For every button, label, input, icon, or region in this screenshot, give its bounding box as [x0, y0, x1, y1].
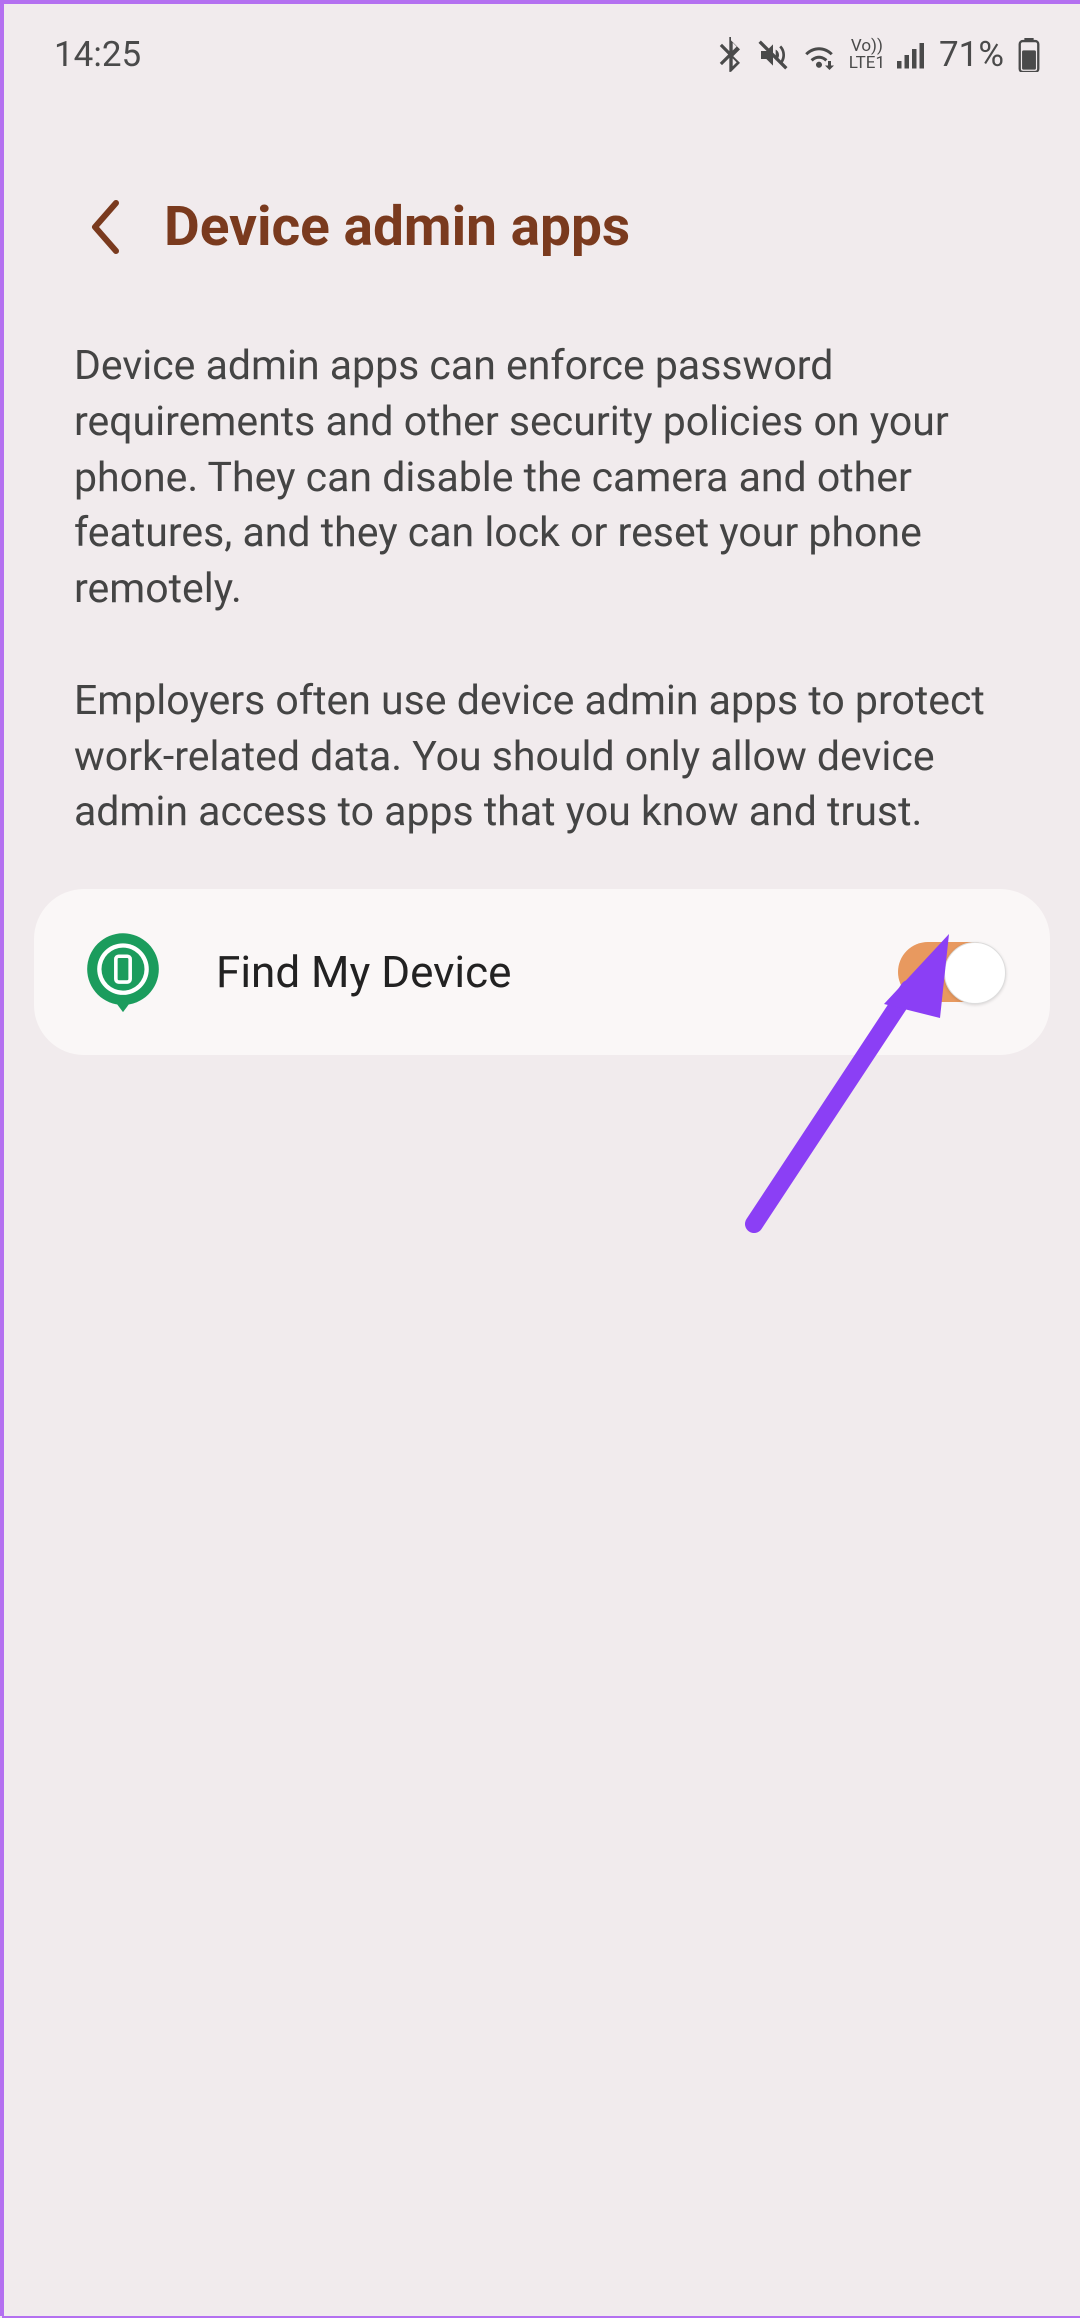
- wifi-icon: [801, 40, 837, 70]
- bluetooth-icon: [717, 37, 745, 73]
- description-section: Device admin apps can enforce password r…: [4, 309, 1080, 841]
- toggle-switch[interactable]: [898, 942, 1004, 1002]
- status-time: 14:25: [54, 34, 141, 75]
- description-para-1: Device admin apps can enforce password r…: [74, 339, 1010, 618]
- app-row-find-my-device[interactable]: Find My Device: [34, 889, 1050, 1055]
- signal-icon: [897, 41, 927, 69]
- page-header: Device admin apps: [4, 95, 1080, 309]
- status-bar: 14:25 Vo)) LTE1 71%: [4, 4, 1080, 95]
- status-icons: Vo)) LTE1 71%: [717, 34, 1040, 75]
- find-my-device-icon: [80, 929, 166, 1015]
- back-button[interactable]: [84, 197, 124, 257]
- mute-icon: [757, 39, 789, 71]
- volte-icon: Vo)) LTE1: [849, 38, 885, 70]
- battery-percentage: 71%: [939, 34, 1004, 75]
- page-title: Device admin apps: [164, 195, 630, 259]
- app-label: Find My Device: [216, 946, 848, 998]
- description-para-2: Employers often use device admin apps to…: [74, 674, 1010, 841]
- battery-icon: [1018, 38, 1040, 72]
